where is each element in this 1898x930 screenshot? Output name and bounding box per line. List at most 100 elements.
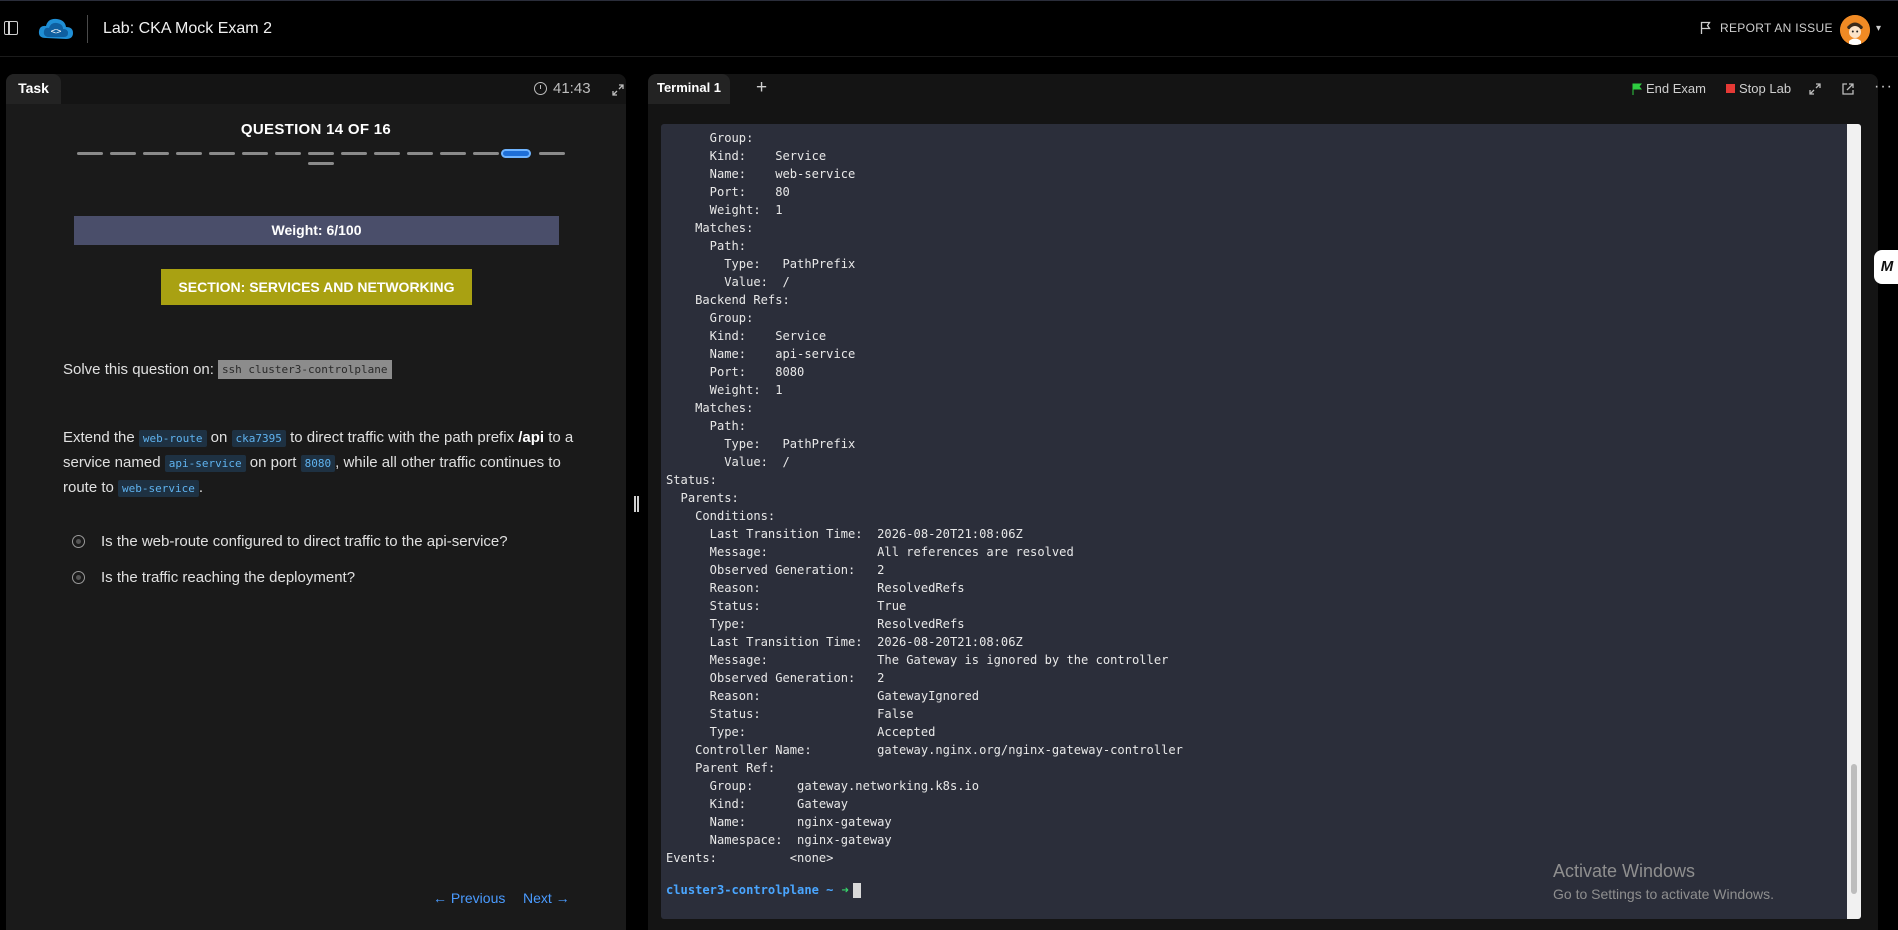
fullscreen-icon[interactable]	[1808, 82, 1822, 96]
end-exam-label: End Exam	[1646, 81, 1706, 96]
inline-code[interactable]: web-route	[138, 430, 207, 447]
progress-step[interactable]	[407, 152, 433, 155]
terminal-line: Weight: 1	[666, 383, 783, 397]
terminal-line: Backend Refs:	[666, 293, 790, 307]
desc-text: on	[210, 429, 228, 446]
progress-step[interactable]	[440, 152, 466, 155]
section-banner: SECTION: SERVICES AND NETWORKING	[161, 269, 472, 305]
terminal-line: Group:	[666, 311, 754, 325]
terminal-line: Message: All references are resolved	[666, 545, 1074, 559]
user-avatar[interactable]	[1840, 15, 1870, 45]
terminal-line: Name: web-service	[666, 167, 856, 181]
scrollbar-thumb[interactable]	[1851, 764, 1857, 894]
report-issue-button[interactable]: REPORT AN ISSUE	[1700, 21, 1833, 35]
progress-step[interactable]	[110, 152, 136, 155]
more-options-icon[interactable]: ···	[1874, 78, 1893, 96]
radio-icon[interactable]	[72, 535, 85, 548]
progress-step-current[interactable]	[501, 149, 531, 158]
expand-icon[interactable]	[612, 84, 624, 96]
terminal-line: Group: gateway.networking.k8s.io	[666, 779, 980, 793]
side-widget-icon[interactable]: M	[1874, 250, 1898, 284]
task-panel: Task 41:43 QUESTION 14 OF 16 Weight: 6/1…	[6, 74, 626, 930]
progress-step[interactable]	[209, 152, 235, 155]
terminal-line: Namespace: nginx-gateway	[666, 833, 892, 847]
timer-icon	[534, 82, 547, 95]
terminal-line: Parent Ref:	[666, 761, 776, 775]
question-title: QUESTION 14 OF 16	[240, 121, 392, 138]
terminal-line: Kind: Service	[666, 329, 827, 343]
prompt-arrow-icon: ➜	[841, 883, 849, 897]
progress-step[interactable]	[341, 152, 367, 155]
terminal-line: Events: <none>	[666, 851, 834, 865]
progress-step[interactable]	[473, 152, 499, 155]
flag-icon	[1632, 83, 1642, 95]
terminal-line: Observed Generation: 2	[666, 563, 885, 577]
terminal-line: Value: /	[666, 455, 790, 469]
terminal-line: Last Transition Time: 2026-08-20T21:08:0…	[666, 527, 1023, 541]
sidebar-toggle-icon[interactable]	[4, 21, 18, 35]
progress-step[interactable]	[539, 152, 565, 155]
progress-step[interactable]	[77, 152, 103, 155]
terminal-prompt[interactable]: cluster3-controlplane ~ ➜	[666, 881, 861, 899]
open-external-icon[interactable]	[1841, 82, 1855, 96]
stop-lab-button[interactable]: Stop Lab	[1726, 81, 1791, 96]
terminal-line: Port: 80	[666, 185, 790, 199]
add-terminal-button[interactable]: +	[756, 77, 767, 99]
inline-code[interactable]: 8080	[300, 455, 336, 472]
check-item[interactable]: Is the web-route configured to direct tr…	[72, 533, 508, 550]
solve-instruction: Solve this question on: ssh cluster3-con…	[63, 360, 392, 379]
tab-terminal-1[interactable]: Terminal 1	[648, 74, 730, 104]
kodekloud-logo-icon[interactable]: <>	[36, 14, 76, 44]
chevron-down-icon[interactable]: ▾	[1876, 23, 1881, 34]
terminal-line: Status:	[666, 473, 717, 487]
terminal-line: Reason: ResolvedRefs	[666, 581, 965, 595]
terminal-line: Name: api-service	[666, 347, 856, 361]
progress-step[interactable]	[374, 152, 400, 155]
terminal-line: Path:	[666, 419, 747, 433]
terminal-line: Type: ResolvedRefs	[666, 617, 965, 631]
progress-step[interactable]	[308, 152, 334, 155]
tab-task[interactable]: Task	[6, 74, 61, 104]
flag-icon	[1700, 21, 1711, 34]
timer-value: 41:43	[553, 80, 591, 97]
progress-step[interactable]	[275, 152, 301, 155]
terminal-screen[interactable]: Group: Kind: Service Name: web-service P…	[661, 124, 1861, 919]
question-progress	[77, 149, 567, 174]
panel-resize-handle[interactable]	[634, 496, 640, 512]
weight-banner: Weight: 6/100	[74, 216, 559, 245]
desc-text: on port	[249, 454, 297, 471]
inline-code[interactable]: web-service	[118, 480, 199, 497]
lab-title: Lab: CKA Mock Exam 2	[103, 20, 272, 37]
inline-code[interactable]: api-service	[164, 455, 246, 472]
terminal-cursor	[852, 882, 861, 898]
desc-text: .	[198, 479, 204, 496]
terminal-scrollbar[interactable]	[1847, 124, 1861, 919]
progress-step[interactable]	[242, 152, 268, 155]
inline-code[interactable]: cka7395	[231, 430, 286, 447]
terminal-line: Reason: GatewayIgnored	[666, 689, 980, 703]
stop-lab-label: Stop Lab	[1739, 81, 1792, 96]
terminal-line: Kind: Service	[666, 149, 827, 163]
terminal-output: Group: Kind: Service Name: web-service P…	[666, 129, 1183, 867]
terminal-line: Status: False	[666, 707, 914, 721]
check-item[interactable]: Is the traffic reaching the deployment?	[72, 569, 355, 586]
terminal-line: Name: nginx-gateway	[666, 815, 892, 829]
terminal-line: Type: PathPrefix	[666, 437, 856, 451]
terminal-line: Matches:	[666, 401, 754, 415]
watermark-subtitle: Go to Settings to activate Windows.	[1553, 886, 1774, 902]
desc-bold: /api	[518, 429, 545, 446]
end-exam-button[interactable]: End Exam	[1632, 81, 1706, 96]
radio-icon[interactable]	[72, 571, 85, 584]
next-button[interactable]: Next →	[523, 890, 570, 906]
ssh-command[interactable]: ssh cluster3-controlplane	[217, 360, 392, 379]
terminal-line: Port: 8080	[666, 365, 805, 379]
terminal-line: Type: Accepted	[666, 725, 936, 739]
previous-button[interactable]: ← Previous	[433, 890, 505, 906]
progress-step[interactable]	[143, 152, 169, 155]
check-label: Is the web-route configured to direct tr…	[101, 533, 508, 550]
progress-step-marker	[308, 162, 334, 165]
terminal-line: Matches:	[666, 221, 754, 235]
progress-step[interactable]	[176, 152, 202, 155]
task-content: QUESTION 14 OF 16 Weight: 6/100 SECTION:…	[6, 104, 626, 930]
top-bar: <> Lab: CKA Mock Exam 2 REPORT AN ISSUE …	[0, 0, 1898, 57]
